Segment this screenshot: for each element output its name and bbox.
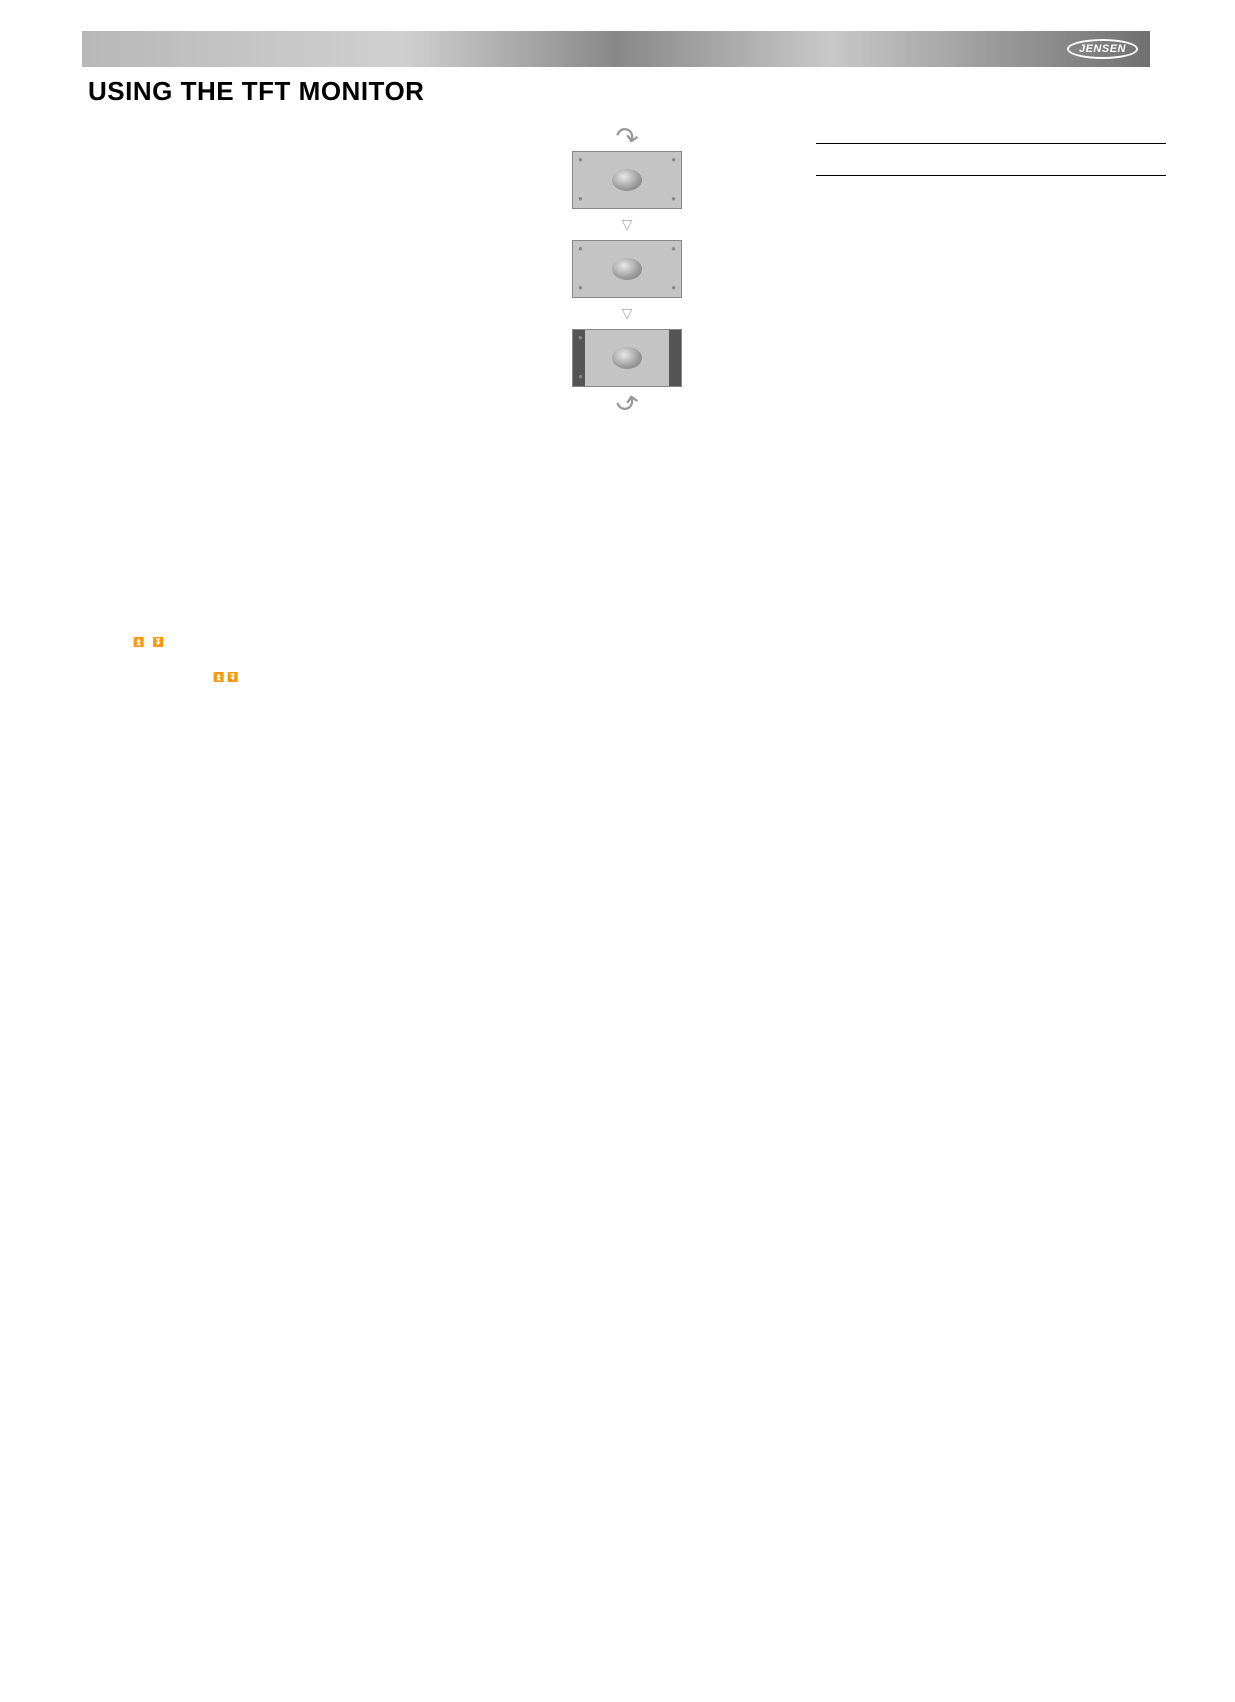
column-1: Open/Close TFT Monitor Open TFT Press OP…: [88, 113, 438, 932]
text-exit: When entering PICTURE mode, if no adjust…: [816, 264, 1166, 291]
label-open-tft: Open TFT: [88, 144, 133, 155]
table-row: ANGLE U0 ~ 16: [453, 765, 802, 786]
table-row: CONTRAST0 ~ 32: [453, 703, 802, 724]
heading-exit: Exiting the Monitor Display: [816, 121, 1166, 144]
heading-parking-brake: Parking Brake: [452, 835, 802, 853]
heading-movement: Monitor Movement Mechanism: [88, 439, 438, 457]
screen-narrow: ●●●●: [572, 329, 682, 387]
fast-up-icon: ⏫: [133, 636, 144, 648]
text-params: The picture function allows you to make …: [452, 600, 802, 654]
text-move-3: Press OPEN 3 times to reset the monitor …: [88, 579, 438, 606]
section-title: USING THE TFT MONITOR: [88, 76, 424, 107]
eject-icon: ▲: [151, 205, 160, 217]
fast-up-icon: ⏫: [213, 671, 224, 683]
heading-open-close: Open/Close TFT Monitor: [88, 121, 438, 139]
content-grid: Open/Close TFT Monitor Open TFT Press OP…: [88, 113, 1147, 932]
heading-params: Parameter Adjustment Procedures: [452, 578, 802, 596]
screen-full: ●●●●: [572, 151, 682, 209]
fast-down-icon: ⏬: [153, 636, 164, 648]
heading-tilt: Monitor Tilt Adjustment: [88, 342, 438, 360]
brand-logo: JENSEN: [1067, 39, 1138, 59]
text-tilt: In some vehicle positions, the monitor v…: [88, 364, 438, 432]
heading-video-source: Video Output Source: [452, 495, 802, 513]
text-parking-brake: When the pink "Parking" wire is connecte…: [452, 856, 802, 924]
text-aspect-normal: NORMAL – The screen shows a conventional…: [452, 460, 802, 487]
column-3: Exiting the Monitor Display Image Settin…: [816, 113, 1166, 932]
arrow-loop-bottom-icon: ↷: [614, 391, 640, 409]
text-video-source: The output source for video is determine…: [452, 516, 802, 570]
text-move-1: Obstacle met in horizontal direction: Th…: [88, 496, 438, 537]
underline-rule: [816, 152, 1166, 176]
text-image-setting: If SYSTEM SETUP > Hardware > "SCREEN Set…: [816, 215, 1166, 256]
arrow-down-icon: ▽: [622, 304, 633, 323]
text-move-2: Obstacle met in vertical direction: The …: [88, 544, 438, 571]
label-close-tft: Close TFT: [88, 192, 135, 203]
arrow-down-icon: ▽: [622, 215, 633, 234]
table-row: COLOR0 ~ 32: [453, 724, 802, 745]
text-aspect-intro-tail: buttons on the monitor to adjust the asp…: [167, 637, 428, 648]
heading-image-setting: Image Setting: [816, 186, 1166, 208]
screen-normal: ●●●●: [572, 240, 682, 298]
th-item: Display Parameter: [453, 662, 630, 683]
eject-icon: ▲: [312, 294, 321, 306]
fast-down-icon: ⏬: [227, 671, 238, 683]
page-header-banner: JENSEN: [82, 31, 1150, 67]
heading-aspect: Aspect Ratio: [88, 614, 438, 632]
table-row: BRIGHT0 ~ 32: [453, 683, 802, 704]
aspect-ratio-diagram: ↷ ●●●● ▽ ●●●● ▽ ●●●● ↷: [452, 131, 802, 407]
text-aspect-intro: Press the: [88, 637, 130, 648]
label-auto-open: TFT Auto Open: [88, 241, 156, 252]
table-row: WIDE0 ~ 16: [453, 744, 802, 765]
arrow-loop-top-icon: ↷: [614, 129, 640, 147]
page-number: 12: [611, 1687, 623, 1702]
text-aspect-full: FULL – The entire screen is extended hor…: [452, 425, 802, 452]
table-row: TINT0 ~ 32: [453, 806, 802, 827]
parameters-table: Display Parameter Adjustable Range BRIGH…: [452, 662, 802, 827]
column-2: ↷ ●●●● ▽ ●●●● ▽ ●●●● ↷ FULL – The entire…: [452, 113, 802, 932]
text-move-intro: If the screen meets obstruction while mo…: [88, 461, 438, 488]
table-row: ANGLE D0 ~ 16: [453, 785, 802, 806]
eject-icon: ▲: [151, 156, 160, 168]
th-range: Adjustable Range: [629, 662, 801, 683]
